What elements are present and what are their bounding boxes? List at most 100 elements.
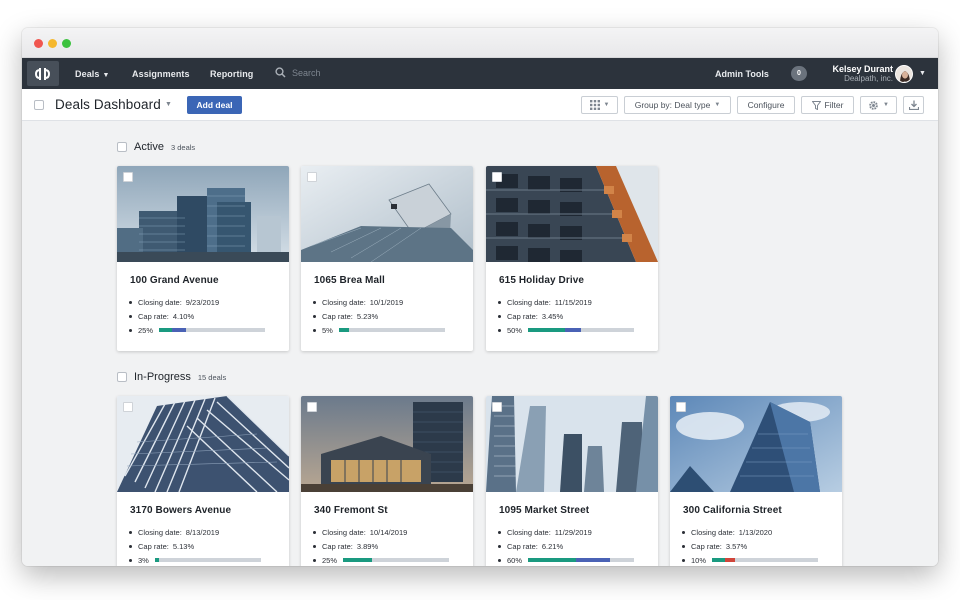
grid-icon	[590, 100, 600, 110]
avatar-image	[896, 66, 913, 83]
window-titlebar	[22, 28, 938, 58]
closing-date-label: Closing date:	[138, 298, 182, 307]
cap-rate-row: Cap rate:6.21%	[498, 539, 658, 553]
deal-title[interactable]: 340 Fremont St	[301, 492, 473, 516]
card-checkbox[interactable]	[492, 172, 502, 182]
deal-title[interactable]: 1065 Brea Mall	[301, 262, 473, 286]
progress-label: 60%	[507, 556, 522, 565]
title-chevron-down-icon[interactable]: ▼	[165, 101, 172, 108]
section-header-active: Active 3 deals	[117, 141, 195, 153]
card-checkbox[interactable]	[307, 402, 317, 412]
progress-row: 60%	[498, 553, 658, 566]
progress-row: 25%	[129, 323, 289, 337]
cap-rate-value: 3.57%	[726, 542, 747, 551]
progress-segment	[343, 558, 372, 562]
progress-segment	[576, 558, 610, 562]
group-by-select[interactable]: Group by: Deal type ▼	[624, 96, 731, 114]
download-button[interactable]	[903, 96, 924, 114]
admin-tools-link[interactable]: Admin Tools	[715, 69, 769, 79]
cap-rate-label: Cap rate:	[691, 542, 722, 551]
deal-card[interactable]: 1065 Brea Mall Closing date:10/1/2019 Ca…	[301, 166, 473, 351]
settings-chevron-down-icon: ▼	[883, 102, 889, 108]
progress-bar	[528, 328, 634, 332]
add-deal-button[interactable]: Add deal	[187, 96, 242, 114]
minimize-window-button[interactable]	[48, 39, 57, 48]
settings-button[interactable]: ▼	[860, 96, 897, 114]
deal-title[interactable]: 100 Grand Avenue	[117, 262, 289, 286]
deal-title[interactable]: 615 Holiday Drive	[486, 262, 658, 286]
nav-reporting[interactable]: Reporting	[210, 69, 253, 79]
maximize-window-button[interactable]	[62, 39, 71, 48]
cap-rate-value: 3.89%	[357, 542, 378, 551]
section-header-in-progress: In-Progress 15 deals	[117, 371, 226, 383]
user-org: Dealpath, inc.	[832, 74, 893, 84]
section-checkbox-in-progress[interactable]	[117, 372, 127, 382]
deal-card[interactable]: 1095 Market Street Closing date:11/29/20…	[486, 396, 658, 566]
closing-date-value: 9/23/2019	[186, 298, 219, 307]
nav-deals[interactable]: Deals▼	[75, 69, 110, 79]
progress-row: 5%	[313, 323, 473, 337]
closing-date-value: 11/29/2019	[555, 528, 592, 537]
progress-row: 10%	[682, 553, 842, 566]
card-checkbox[interactable]	[307, 172, 317, 182]
deal-card[interactable]: 615 Holiday Drive Closing date:11/15/201…	[486, 166, 658, 351]
closing-date-label: Closing date:	[322, 528, 366, 537]
progress-row: 25%	[313, 553, 473, 566]
gear-icon	[868, 100, 879, 111]
progress-bar	[155, 558, 261, 562]
card-checkbox[interactable]	[676, 402, 686, 412]
cap-rate-value: 5.23%	[357, 312, 378, 321]
close-window-button[interactable]	[34, 39, 43, 48]
progress-segment	[172, 328, 186, 332]
card-checkbox[interactable]	[123, 172, 133, 182]
avatar[interactable]	[895, 65, 913, 83]
nav-assignments[interactable]: Assignments	[132, 69, 190, 79]
closing-date-value: 8/13/2019	[186, 528, 219, 537]
cap-rate-row: Cap rate: 5.23%	[313, 309, 473, 323]
progress-label: 25%	[322, 556, 337, 565]
progress-label: 3%	[138, 556, 149, 565]
deal-title[interactable]: 3170 Bowers Avenue	[117, 492, 289, 516]
progress-bar	[528, 558, 634, 562]
deal-card[interactable]: 340 Fremont St Closing date:10/14/2019 C…	[301, 396, 473, 566]
progress-segment	[725, 558, 736, 562]
deal-title[interactable]: 300 California Street	[670, 492, 842, 516]
search-input[interactable]: Search	[292, 68, 321, 78]
section-count: 15 deals	[198, 373, 226, 382]
section-count: 3 deals	[171, 143, 195, 152]
search-box[interactable]: Search	[275, 67, 321, 78]
filter-label: Filter	[825, 100, 844, 110]
section-label: Active	[134, 141, 164, 153]
cap-rate-row: Cap rate:5.13%	[129, 539, 289, 553]
dealpath-logo[interactable]	[27, 61, 59, 86]
progress-row: 50%	[498, 323, 658, 337]
progress-label: 5%	[322, 326, 333, 335]
user-chevron-down-icon[interactable]: ▼	[919, 70, 926, 77]
notification-badge[interactable]: 0	[791, 66, 807, 81]
closing-date-row: Closing date:11/15/2019	[498, 295, 658, 309]
deal-card[interactable]: 100 Grand Avenue Closing date:9/23/2019 …	[117, 166, 289, 351]
card-checkbox[interactable]	[492, 402, 502, 412]
nav-deals-label: Deals	[75, 69, 100, 79]
deal-card[interactable]: 300 California Street Closing date:1/13/…	[670, 396, 842, 566]
cap-rate-label: Cap rate:	[322, 312, 353, 321]
card-checkbox[interactable]	[123, 402, 133, 412]
closing-date-row: Closing date:10/1/2019	[313, 295, 473, 309]
filter-button[interactable]: Filter	[801, 96, 854, 114]
closing-date-value: 10/14/2019	[370, 528, 408, 537]
view-toggle-button[interactable]: ▼	[581, 96, 618, 114]
progress-segment	[159, 328, 172, 332]
cap-rate-value: 6.21%	[542, 542, 563, 551]
closing-date-label: Closing date:	[138, 528, 182, 537]
top-navigation: Deals▼ Assignments Reporting Search Admi…	[22, 58, 938, 89]
group-chevron-down-icon: ▼	[714, 102, 720, 108]
configure-button[interactable]: Configure	[737, 96, 795, 114]
section-checkbox-active[interactable]	[117, 142, 127, 152]
closing-date-value: 10/1/2019	[370, 298, 403, 307]
deal-image	[301, 396, 473, 492]
select-all-checkbox[interactable]	[34, 100, 44, 110]
deal-title[interactable]: 1095 Market Street	[486, 492, 658, 516]
deal-card[interactable]: 3170 Bowers Avenue Closing date: 8/13/201…	[117, 396, 289, 566]
progress-bar	[343, 558, 449, 562]
user-menu[interactable]: Kelsey Durant Dealpath, inc.	[832, 64, 893, 84]
